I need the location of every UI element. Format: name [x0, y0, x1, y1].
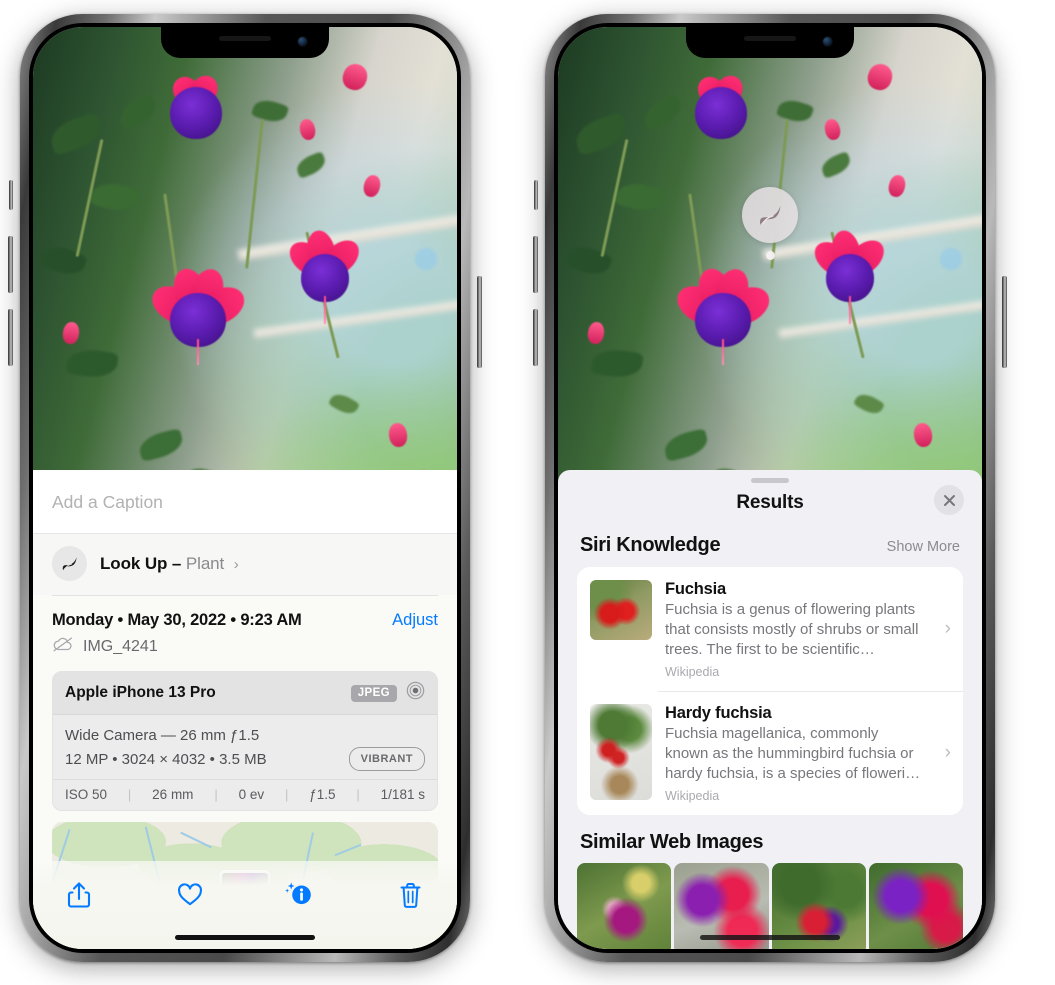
badge-anchor-dot — [765, 251, 775, 260]
date-row: Monday • May 30, 2022 • 9:23 AM Adjust — [52, 596, 438, 630]
look-up-label: Look Up – Plant › — [100, 554, 239, 574]
chevron-right-icon: › — [944, 618, 951, 640]
leaf-icon — [742, 187, 798, 243]
metadata-block: Monday • May 30, 2022 • 9:23 AM Adjust I… — [33, 595, 457, 671]
look-up-dash: – — [171, 553, 182, 573]
right-phone-bezel: Results Siri Knowledge Show More Fuchsia… — [554, 23, 986, 953]
photo-info-sheet: Look Up – Plant › Monday • May 30, 2022 … — [33, 470, 457, 949]
left-phone-screen: Look Up – Plant › Monday • May 30, 2022 … — [33, 27, 457, 949]
home-indicator[interactable] — [700, 935, 840, 940]
list-item[interactable]: Hardy fuchsia Fuchsia magellanica, commo… — [577, 690, 963, 815]
look-up-row[interactable]: Look Up – Plant › — [33, 532, 457, 595]
speaker-grille — [219, 36, 271, 41]
stat-shutter-speed: 1/181 s — [380, 787, 425, 803]
result-body: Fuchsia Fuchsia is a genus of flowering … — [665, 580, 930, 679]
aperture-icon — [406, 681, 425, 705]
photo-date: Monday • May 30, 2022 • 9:23 AM — [52, 611, 302, 629]
photo-filename: IMG_4241 — [83, 637, 158, 655]
list-item[interactable]: Fuchsia Fuchsia is a genus of flowering … — [577, 567, 963, 691]
look-up-subject: Plant — [185, 553, 225, 573]
exif-header: Apple iPhone 13 Pro JPEG — [53, 672, 437, 715]
lens-info: Wide Camera — 26 mm ƒ1.5 — [65, 727, 260, 744]
result-thumbnail — [590, 580, 652, 640]
volume-down-button[interactable] — [533, 309, 538, 366]
volume-up-button[interactable] — [533, 236, 538, 293]
stat-divider: | — [284, 787, 289, 803]
screenshot-stage: Look Up – Plant › Monday • May 30, 2022 … — [0, 0, 1055, 985]
close-icon[interactable] — [934, 485, 964, 515]
result-description: Fuchsia magellanica, commonly known as t… — [665, 724, 921, 782]
front-camera-icon — [298, 37, 307, 46]
plant-detected-badge[interactable] — [742, 187, 798, 260]
speaker-grille — [744, 36, 796, 41]
left-iphone-device: Look Up – Plant › Monday • May 30, 2022 … — [8, 14, 482, 962]
chevron-right-icon: › — [233, 555, 239, 573]
siri-knowledge-header: Siri Knowledge Show More — [558, 528, 982, 567]
result-source: Wikipedia — [665, 788, 720, 803]
siri-knowledge-title: Siri Knowledge — [580, 534, 721, 556]
stat-aperture: ƒ1.5 — [309, 787, 336, 803]
mute-switch[interactable] — [534, 180, 538, 210]
notch — [161, 27, 329, 58]
stat-exposure-value: 0 ev — [238, 787, 265, 803]
image-size-info: 12 MP • 3024 × 4032 • 3.5 MB — [65, 750, 267, 768]
adjust-button[interactable]: Adjust — [392, 611, 438, 630]
result-thumbnail — [590, 703, 652, 800]
caption-input[interactable] — [52, 492, 438, 513]
info-sparkle-icon[interactable] — [280, 875, 320, 915]
web-image-thumbnail[interactable] — [868, 862, 963, 949]
leaf-icon — [52, 546, 87, 581]
icloud-slash-icon — [52, 636, 74, 657]
format-badge: JPEG — [350, 684, 397, 702]
right-phone-screen: Results Siri Knowledge Show More Fuchsia… — [558, 27, 982, 949]
similar-web-images-title: Similar Web Images — [580, 830, 764, 853]
visual-lookup-results-sheet: Results Siri Knowledge Show More Fuchsia… — [558, 470, 982, 949]
chevron-right-icon: › — [944, 742, 951, 764]
power-button[interactable] — [1002, 276, 1007, 368]
volume-down-button[interactable] — [8, 309, 13, 366]
exif-stats-row: ISO 50 | 26 mm | 0 ev | ƒ1.5 | 1/181 s — [53, 779, 437, 811]
caption-row[interactable] — [33, 470, 457, 534]
home-indicator[interactable] — [175, 935, 315, 940]
result-source: Wikipedia — [665, 664, 720, 679]
mute-switch[interactable] — [9, 180, 13, 210]
exif-header-right: JPEG — [350, 681, 425, 705]
camera-device-name: Apple iPhone 13 Pro — [65, 684, 216, 701]
trash-icon[interactable] — [391, 875, 431, 915]
stat-iso: ISO 50 — [65, 787, 108, 803]
show-more-button[interactable]: Show More — [887, 539, 960, 555]
front-camera-icon — [823, 37, 832, 46]
result-description: Fuchsia is a genus of flowering plants t… — [665, 601, 919, 658]
stat-divider: | — [127, 787, 132, 803]
siri-knowledge-results-list: Fuchsia Fuchsia is a genus of flowering … — [577, 567, 963, 815]
power-button[interactable] — [477, 276, 482, 368]
result-title: Fuchsia — [665, 580, 726, 598]
photographic-style-badge: VIBRANT — [348, 747, 425, 772]
file-row: IMG_4241 — [52, 630, 438, 671]
share-icon[interactable] — [59, 875, 99, 915]
size-info-row: 12 MP • 3024 × 4032 • 3.5 MB VIBRANT — [65, 747, 425, 772]
left-phone-bezel: Look Up – Plant › Monday • May 30, 2022 … — [29, 23, 461, 953]
stat-divider: | — [214, 787, 218, 803]
look-up-title: Look Up — [100, 553, 168, 573]
stat-divider: | — [356, 787, 360, 803]
results-title: Results — [736, 492, 804, 513]
exif-body: Wide Camera — 26 mm ƒ1.5 12 MP • 3024 × … — [53, 715, 437, 780]
volume-up-button[interactable] — [8, 236, 13, 293]
result-body: Hardy fuchsia Fuchsia magellanica, commo… — [665, 704, 930, 803]
stat-focal-length: 26 mm — [152, 787, 194, 803]
result-title: Hardy fuchsia — [665, 703, 772, 722]
heart-icon[interactable] — [170, 875, 210, 915]
web-image-thumbnail[interactable] — [577, 862, 672, 949]
right-iphone-device: Results Siri Knowledge Show More Fuchsia… — [533, 14, 1007, 962]
notch — [686, 27, 854, 58]
exif-card[interactable]: Apple iPhone 13 Pro JPEG Wide Camera — 2… — [52, 671, 438, 812]
results-header: Results — [558, 483, 982, 528]
